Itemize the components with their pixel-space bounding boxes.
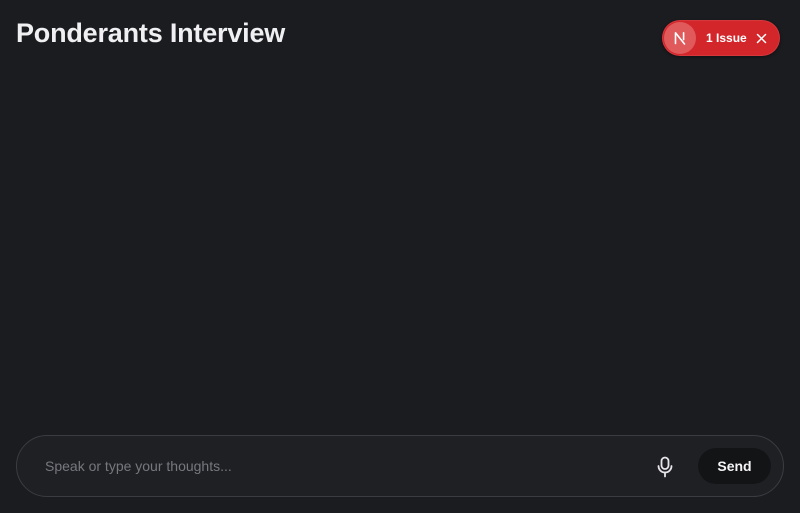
message-input[interactable]: [45, 451, 635, 481]
page-title: Ponderants Interview: [16, 18, 286, 48]
issue-badge[interactable]: 1 Issue: [662, 20, 780, 56]
microphone-icon[interactable]: [651, 453, 679, 481]
message-composer: Send: [16, 435, 784, 497]
close-icon[interactable]: [755, 31, 769, 45]
issue-count-label: 1 Issue: [706, 31, 747, 45]
nextjs-logo-icon[interactable]: [664, 22, 696, 54]
send-button[interactable]: Send: [698, 448, 771, 484]
